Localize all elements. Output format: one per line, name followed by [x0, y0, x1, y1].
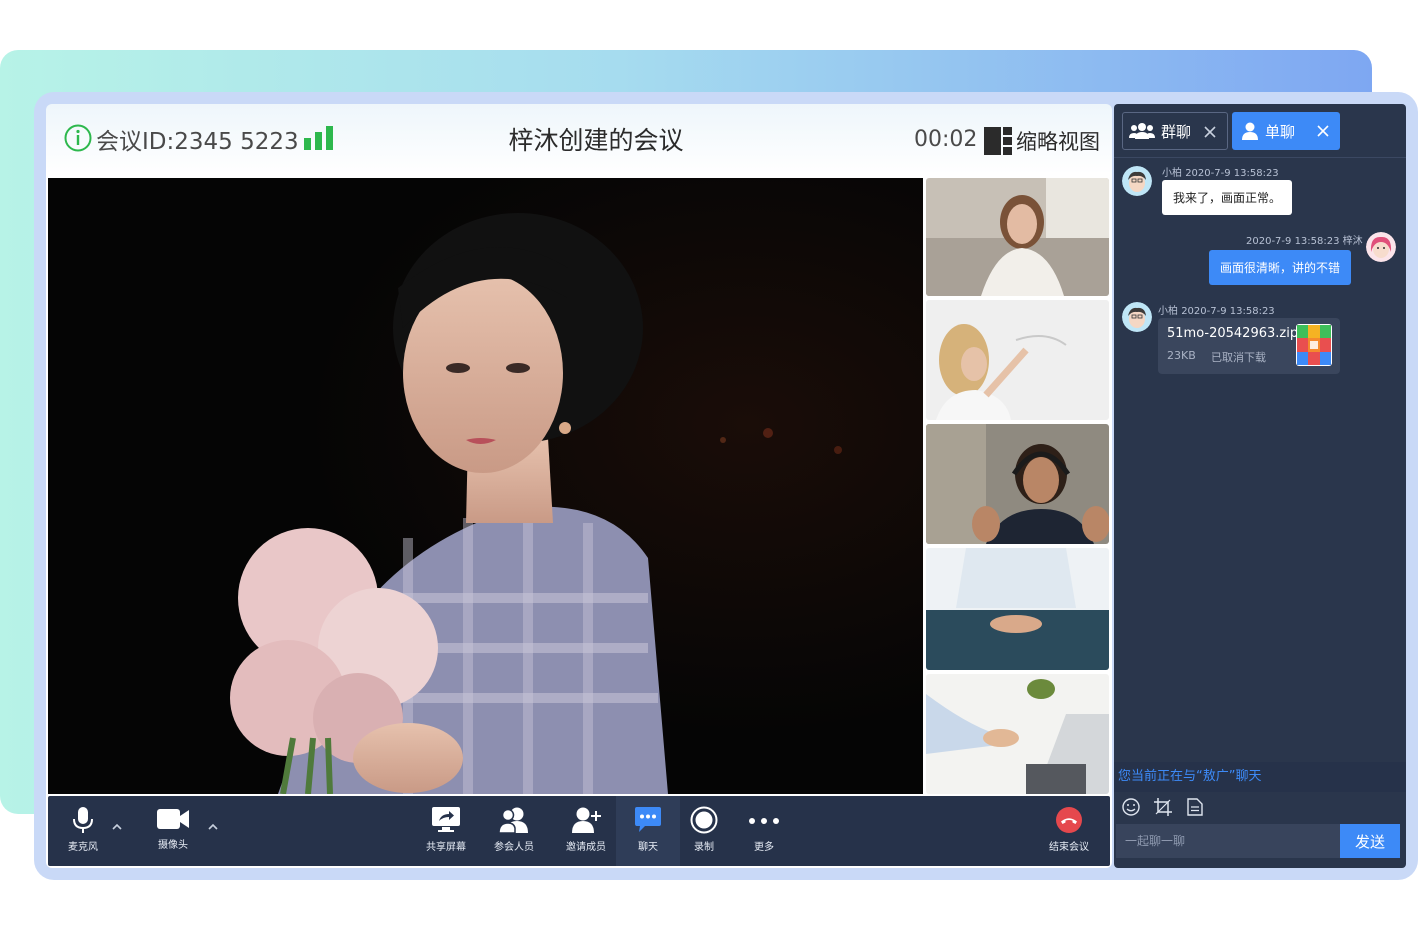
file-name: 51mo-20542963.zip: [1167, 326, 1299, 341]
camera-options-caret-icon[interactable]: [206, 820, 220, 834]
participants-label: 参会人员: [494, 842, 534, 853]
participant-photo: [926, 300, 1109, 420]
add-user-icon: [572, 807, 601, 833]
tab-private-chat-label: 单聊: [1265, 122, 1296, 141]
end-meeting-label: 结束会议: [1049, 842, 1089, 853]
file-icon[interactable]: [1184, 796, 1206, 818]
message-sender: 小柏: [1158, 306, 1178, 317]
participant-photo: [926, 178, 1109, 296]
tab-group-chat[interactable]: 群聊: [1122, 112, 1228, 150]
chat-input[interactable]: [1116, 824, 1340, 858]
camera-label: 摄像头: [158, 840, 188, 851]
main-speaker-video[interactable]: [48, 178, 923, 794]
participant-thumbnails: [926, 178, 1109, 794]
participant-photo: [926, 674, 1109, 794]
group-icon: [1129, 123, 1155, 139]
zip-file-icon: [1296, 324, 1332, 366]
participant-video-3[interactable]: [926, 424, 1109, 544]
participants-button[interactable]: 参会人员: [488, 796, 540, 866]
meeting-id: 会议ID:2345 5223: [96, 129, 299, 155]
participants-icon: [498, 807, 528, 834]
participant-video-4[interactable]: [926, 548, 1109, 670]
file-status: 已取消下载: [1211, 351, 1266, 364]
message-bubble: 我来了，画面正常。: [1162, 180, 1293, 215]
microphone-icon: [73, 807, 93, 833]
thumbnail-view-button[interactable]: 缩略视图: [984, 126, 1100, 156]
close-icon[interactable]: [1203, 125, 1217, 139]
share-screen-label: 共享屏幕: [426, 842, 466, 853]
invite-members-label: 邀请成员: [566, 842, 606, 853]
more-icon: [749, 818, 779, 824]
record-button[interactable]: 录制: [684, 796, 724, 866]
invite-members-button[interactable]: 邀请成员: [560, 796, 612, 866]
participant-video-1[interactable]: [926, 178, 1109, 296]
info-icon[interactable]: [64, 124, 92, 152]
participant-photo: [926, 548, 1109, 670]
message-meta: 小柏 2020-7-9 13:58:23: [1162, 164, 1279, 179]
end-call-icon: [1056, 807, 1082, 833]
avatar: [1366, 232, 1396, 262]
message-bubble: 画面很清晰，讲的不错: [1209, 250, 1352, 285]
microphone-options-caret-icon[interactable]: [110, 820, 124, 834]
record-icon: [690, 806, 718, 834]
participant-video-2[interactable]: [926, 300, 1109, 420]
camera-button[interactable]: 摄像头: [150, 796, 196, 866]
message-time: 2020-7-9 13:58:23: [1181, 306, 1275, 317]
avatar: [1122, 302, 1152, 332]
chat-input-row: 发送: [1114, 824, 1406, 858]
share-screen-button[interactable]: 共享屏幕: [420, 796, 472, 866]
speaker-photo: [48, 178, 923, 794]
microphone-label: 麦克风: [68, 842, 98, 853]
message-sender: 梓沐: [1342, 236, 1363, 247]
close-icon[interactable]: [1316, 124, 1330, 138]
chat-tabs: 群聊 单聊: [1114, 104, 1406, 158]
chat-panel: 群聊 单聊 小柏 2020-7-9 13:58:23 我来了，画面正常。 202…: [1114, 104, 1406, 868]
avatar: [1122, 166, 1152, 196]
camera-icon: [157, 809, 189, 829]
chat-target-hint: 您当前正在与“敖广”聊天: [1114, 762, 1406, 792]
end-meeting-button[interactable]: 结束会议: [1046, 796, 1092, 866]
chat-icon: [635, 807, 661, 832]
message-meta: 2020-7-9 13:58:23 梓沐: [1246, 232, 1363, 247]
chat-label: 聊天: [638, 842, 658, 853]
meeting-title: 梓沐创建的会议: [508, 126, 684, 155]
meeting-timer: 00:02: [914, 127, 978, 152]
participant-video-5[interactable]: [926, 674, 1109, 794]
thumbnail-view-label: 缩略视图: [1016, 130, 1100, 154]
file-attachment[interactable]: 51mo-20542963.zip 23KB 已取消下载: [1158, 318, 1340, 374]
tab-group-chat-label: 群聊: [1161, 122, 1192, 141]
meeting-header: 会议ID:2345 5223 梓沐创建的会议 00:02 缩略视图: [46, 104, 1112, 178]
message-time: 2020-7-9 13:58:23: [1185, 168, 1279, 179]
chat-tools: [1114, 792, 1406, 822]
message-meta: 小柏 2020-7-9 13:58:23: [1158, 302, 1275, 317]
message-time: 2020-7-9 13:58:23: [1246, 236, 1340, 247]
meeting-panel: 会议ID:2345 5223 梓沐创建的会议 00:02 缩略视图 麦克风 摄像…: [46, 104, 1112, 868]
send-button[interactable]: 发送: [1340, 824, 1400, 858]
chat-button[interactable]: 聊天: [616, 796, 680, 866]
tab-private-chat[interactable]: 单聊: [1232, 112, 1340, 150]
emoji-icon[interactable]: [1120, 796, 1142, 818]
microphone-button[interactable]: 麦克风: [62, 796, 104, 866]
share-screen-icon: [432, 807, 460, 832]
thumbnail-view-icon: [984, 127, 1012, 155]
more-button[interactable]: 更多: [744, 796, 784, 866]
screenshot-crop-icon[interactable]: [1152, 796, 1174, 818]
meeting-toolbar: 麦克风 摄像头 共享屏幕 参会人员 邀请成员 聊天 录制 更多 结束会议: [48, 796, 1110, 866]
participant-photo: [926, 424, 1109, 544]
more-label: 更多: [754, 842, 774, 853]
signal-strength-icon: [304, 126, 333, 150]
message-sender: 小柏: [1162, 168, 1182, 179]
file-size: 23KB: [1167, 349, 1196, 362]
user-icon: [1242, 122, 1258, 140]
record-label: 录制: [694, 842, 714, 853]
